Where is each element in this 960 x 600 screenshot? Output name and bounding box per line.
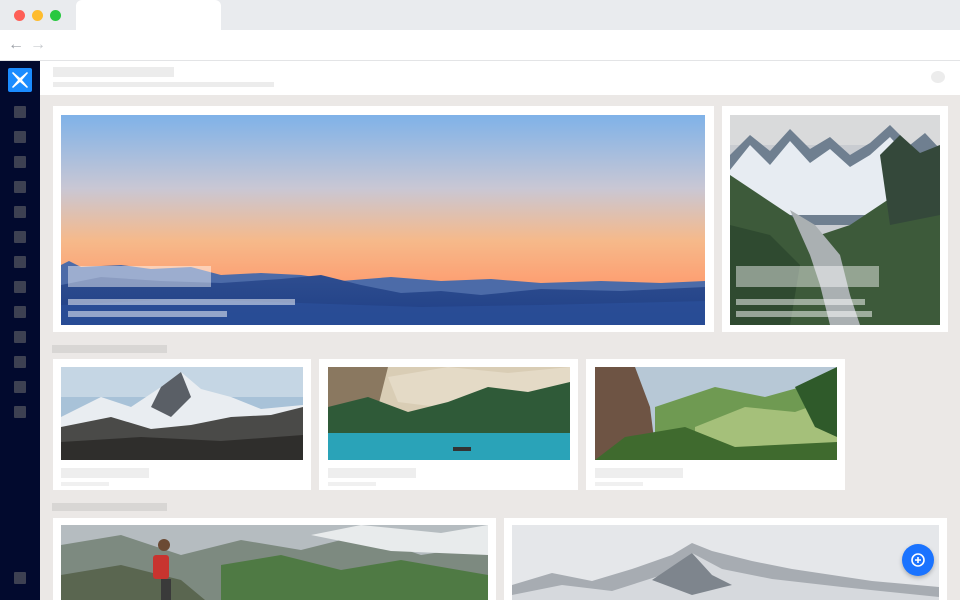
maximize-window-button[interactable] xyxy=(50,10,61,21)
browser-tab-active[interactable] xyxy=(76,0,221,30)
sidebar-item-2[interactable] xyxy=(14,131,26,143)
sidebar-item-10[interactable] xyxy=(14,331,26,343)
browser-navbar: ← → xyxy=(0,30,960,61)
card-title-placeholder xyxy=(61,468,149,478)
snowy-glacier-image xyxy=(730,115,940,325)
section-heading-placeholder xyxy=(52,345,167,353)
card-subtitle-placeholder xyxy=(328,482,376,486)
green-valley-image xyxy=(595,367,837,460)
sidebar-item-11[interactable] xyxy=(14,356,26,368)
avatar[interactable] xyxy=(931,71,945,83)
featured-card-sunset[interactable] xyxy=(53,106,714,332)
snow-peak-image xyxy=(61,367,303,460)
add-circle-icon[interactable] xyxy=(902,544,934,576)
sidebar-item-9[interactable] xyxy=(14,306,26,318)
sidebar-item-12[interactable] xyxy=(14,381,26,393)
x-logo-icon[interactable] xyxy=(8,68,32,92)
section-heading-placeholder xyxy=(52,503,167,511)
sidebar-item-1[interactable] xyxy=(14,106,26,118)
featured-title-placeholder xyxy=(68,266,211,287)
card-title-placeholder xyxy=(595,468,683,478)
card-subtitle-placeholder xyxy=(61,482,109,486)
sidebar-item-settings[interactable] xyxy=(14,572,26,584)
page-header xyxy=(40,61,960,95)
sidebar xyxy=(0,61,40,600)
featured-title-placeholder xyxy=(736,266,879,287)
sidebar-item-5[interactable] xyxy=(14,206,26,218)
sunset-mountain-image xyxy=(61,115,705,325)
turquoise-lake-image xyxy=(328,367,570,460)
arrow-right-icon[interactable]: → xyxy=(29,36,47,54)
sidebar-item-8[interactable] xyxy=(14,281,26,293)
card-snowy-ridge[interactable] xyxy=(504,518,947,600)
browser-tabbar xyxy=(0,0,960,30)
minimize-window-button[interactable] xyxy=(32,10,43,21)
sidebar-item-7[interactable] xyxy=(14,256,26,268)
arrow-left-icon[interactable]: ← xyxy=(7,36,25,54)
card-turquoise-lake[interactable] xyxy=(319,359,578,490)
browser-window: ← → xyxy=(0,0,960,600)
featured-line-placeholder xyxy=(68,311,227,317)
card-subtitle-placeholder xyxy=(595,482,643,486)
featured-line-placeholder xyxy=(736,311,872,317)
snowy-ridge-image xyxy=(512,525,939,600)
page-subtitle-placeholder xyxy=(53,82,274,87)
hiker-ridge-image xyxy=(61,525,488,600)
page-title-placeholder xyxy=(53,67,174,77)
card-green-valley[interactable] xyxy=(586,359,845,490)
sidebar-item-6[interactable] xyxy=(14,231,26,243)
featured-line-placeholder xyxy=(736,299,865,305)
main-content xyxy=(40,95,960,600)
sidebar-item-13[interactable] xyxy=(14,406,26,418)
card-snow-peak[interactable] xyxy=(53,359,311,490)
featured-line-placeholder xyxy=(68,299,295,305)
sidebar-item-3[interactable] xyxy=(14,156,26,168)
sidebar-item-4[interactable] xyxy=(14,181,26,193)
card-title-placeholder xyxy=(328,468,416,478)
card-hiker-ridge[interactable] xyxy=(53,518,496,600)
featured-card-glacier[interactable] xyxy=(722,106,948,332)
close-window-button[interactable] xyxy=(14,10,25,21)
